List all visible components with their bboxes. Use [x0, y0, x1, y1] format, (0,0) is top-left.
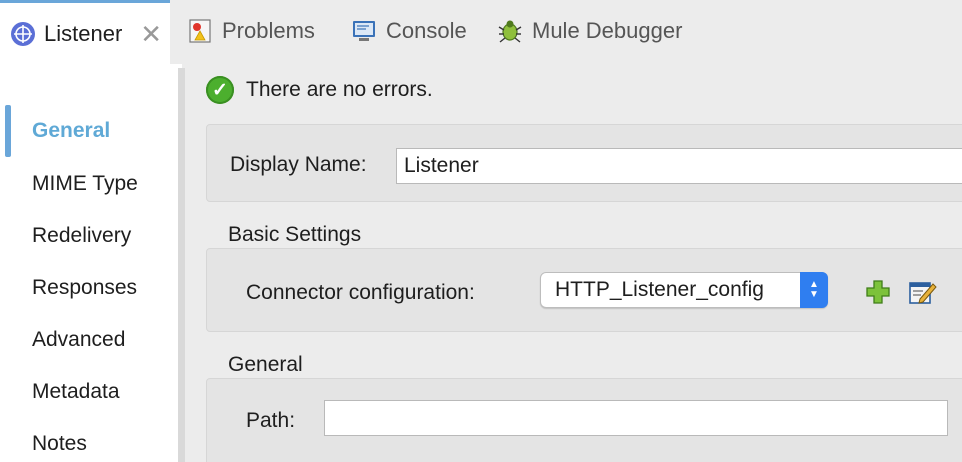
- sidebar-item-metadata[interactable]: Metadata: [32, 380, 120, 404]
- edit-icon: [909, 282, 937, 304]
- sidebar-divider[interactable]: [178, 68, 185, 462]
- tab-label: Problems: [222, 18, 315, 43]
- sidebar-active-indicator: [5, 105, 11, 157]
- close-icon[interactable]: ✕: [140, 21, 162, 47]
- problems-icon: [186, 17, 214, 45]
- console-icon: [350, 17, 378, 45]
- check-icon: ✓: [206, 76, 234, 104]
- chevron-updown-icon: ▲ ▼: [800, 272, 828, 308]
- display-name-label: Display Name:: [230, 153, 367, 176]
- tab-console[interactable]: Console: [350, 0, 467, 62]
- sidebar-item-responses[interactable]: Responses: [32, 276, 137, 300]
- globe-icon: [10, 20, 36, 48]
- path-input[interactable]: [324, 400, 948, 436]
- editor-tab-bar: Listener ✕ Problems Console Mule Debugge…: [0, 0, 962, 64]
- display-name-input[interactable]: Listener: [396, 148, 962, 184]
- edit-config-button[interactable]: [908, 278, 937, 306]
- general-heading: General: [228, 353, 303, 376]
- add-config-button[interactable]: [864, 278, 892, 306]
- sidebar-item-redelivery[interactable]: Redelivery: [32, 224, 131, 248]
- sidebar-item-advanced[interactable]: Advanced: [32, 328, 125, 352]
- status-message: There are no errors.: [246, 78, 433, 101]
- connector-config-label: Connector configuration:: [246, 281, 475, 304]
- tab-listener[interactable]: Listener ✕: [0, 0, 170, 64]
- tab-label: Listener: [44, 20, 123, 46]
- plus-icon: [866, 280, 890, 304]
- validation-status: ✓ There are no errors.: [206, 76, 433, 104]
- tab-mule-debugger[interactable]: Mule Debugger: [496, 0, 682, 62]
- tab-problems[interactable]: Problems: [186, 0, 315, 62]
- basic-settings-heading: Basic Settings: [228, 223, 362, 246]
- connector-config-value: HTTP_Listener_config: [555, 278, 764, 301]
- tab-label: Console: [386, 18, 467, 43]
- tab-label: Mule Debugger: [532, 18, 683, 43]
- path-label: Path:: [246, 409, 296, 432]
- sidebar-item-mime-type[interactable]: MIME Type: [32, 172, 138, 196]
- bug-icon: [496, 17, 524, 45]
- sidebar-item-notes[interactable]: Notes: [32, 432, 87, 456]
- sidebar-item-general[interactable]: General: [32, 119, 110, 143]
- connector-config-select[interactable]: HTTP_Listener_config ▲ ▼: [540, 272, 828, 308]
